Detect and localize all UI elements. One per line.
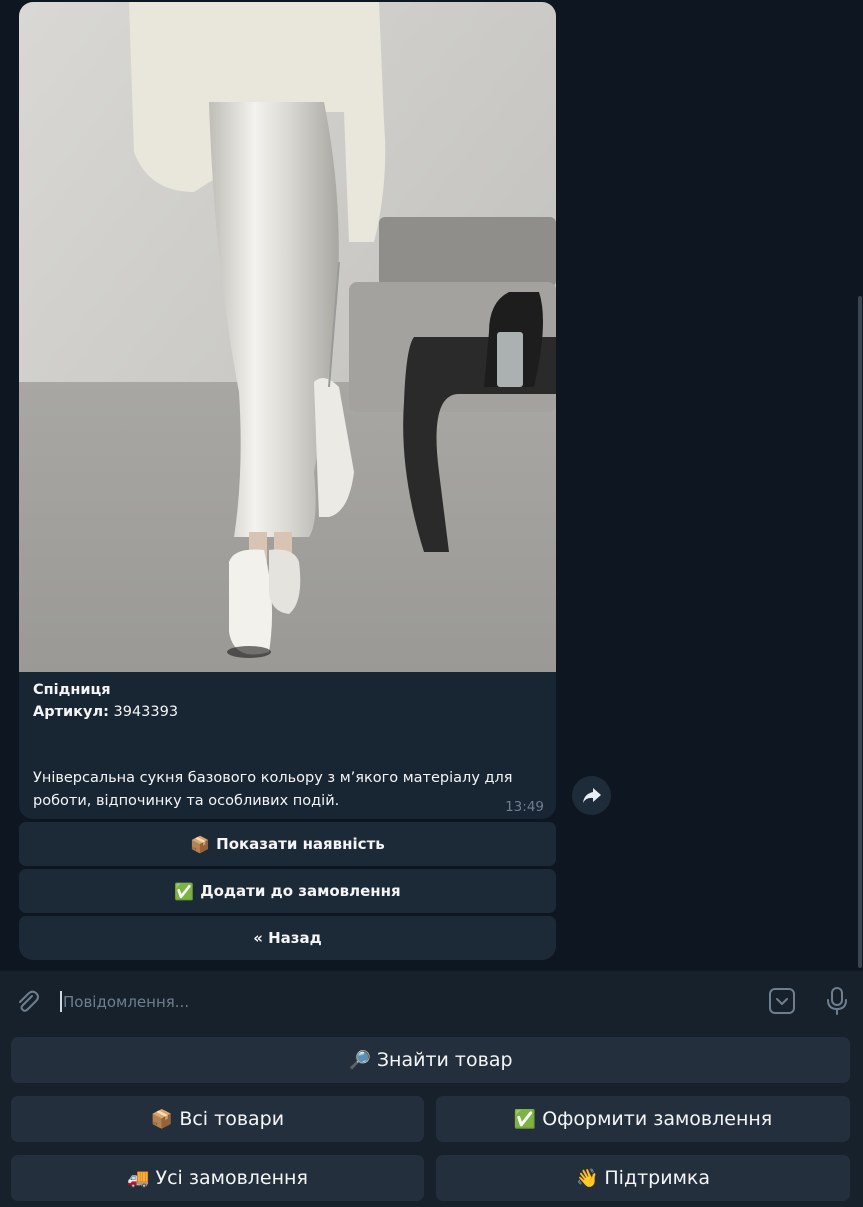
sku-label: Артикул: xyxy=(33,704,109,720)
sku-value: 3943393 xyxy=(113,704,179,720)
product-photo[interactable] xyxy=(19,2,556,672)
add-to-order-label: Додати до замовлення xyxy=(200,882,401,900)
reply-keyboard: 🔎 Знайти товар 📦 Всі товари ✅ Оформити з… xyxy=(0,1032,863,1207)
back-button[interactable]: « Назад xyxy=(19,916,556,960)
product-title: Спідниця xyxy=(33,682,111,698)
microphone-icon[interactable] xyxy=(824,986,850,1016)
add-to-order-button[interactable]: ✅ Додати до замовлення xyxy=(19,869,556,913)
truck-icon: 🚚 xyxy=(127,1167,150,1189)
all-orders-label: Усі замовлення xyxy=(155,1167,308,1189)
show-availability-button[interactable]: 📦 Показати наявність xyxy=(19,822,556,866)
text-caret xyxy=(60,991,62,1012)
message-input[interactable] xyxy=(63,989,743,1015)
all-products-button[interactable]: 📦 Всі товари xyxy=(11,1096,424,1142)
find-product-label: Знайти товар xyxy=(376,1049,513,1071)
paperclip-icon[interactable] xyxy=(14,988,42,1016)
box-icon: 📦 xyxy=(150,1108,174,1130)
message-bubble: Спідниця Артикул: 3943393 Універсальна с… xyxy=(19,2,556,819)
chat-area: Спідниця Артикул: 3943393 Універсальна с… xyxy=(0,0,863,970)
message-composer xyxy=(0,970,863,1032)
show-availability-label: Показати наявність xyxy=(216,835,385,853)
waving-hand-icon: 👋 xyxy=(575,1167,599,1189)
all-products-label: Всі товари xyxy=(179,1108,285,1130)
check-icon: ✅ xyxy=(513,1108,537,1130)
share-arrow-icon xyxy=(582,787,601,803)
check-icon: ✅ xyxy=(174,881,195,901)
message-time: 13:49 xyxy=(505,799,544,815)
all-orders-button[interactable]: 🚚 Усі замовлення xyxy=(11,1155,424,1201)
magnifier-icon: 🔎 xyxy=(348,1049,371,1071)
box-icon: 📦 xyxy=(190,834,211,854)
checkout-button[interactable]: ✅ Оформити замовлення xyxy=(436,1096,850,1142)
support-label: Підтримка xyxy=(604,1167,711,1189)
support-button[interactable]: 👋 Підтримка xyxy=(436,1155,850,1201)
message-caption: Спідниця Артикул: 3943393 xyxy=(33,679,543,723)
keyboard-toggle-icon[interactable] xyxy=(768,987,796,1015)
product-description: Універсальна сукня базового кольору з м’… xyxy=(33,770,513,809)
checkout-label: Оформити замовлення xyxy=(542,1108,773,1130)
chat-scrollbar[interactable] xyxy=(858,296,862,968)
find-product-button[interactable]: 🔎 Знайти товар xyxy=(11,1037,850,1083)
share-button[interactable] xyxy=(572,776,611,815)
back-label: « Назад xyxy=(253,929,322,947)
